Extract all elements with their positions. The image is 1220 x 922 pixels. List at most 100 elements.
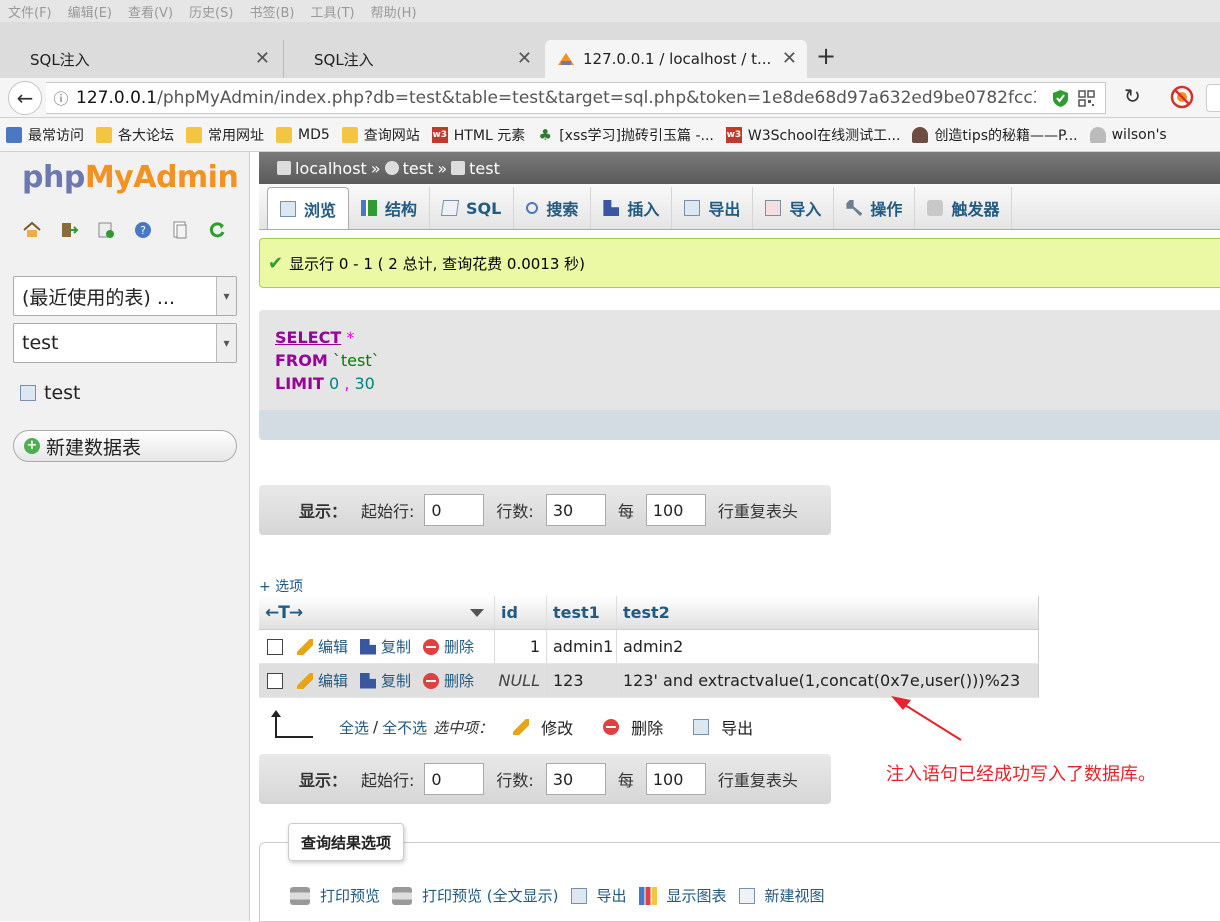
pencil-icon	[297, 672, 313, 689]
info-icon[interactable]: ⓘ	[46, 88, 76, 109]
row-checkbox[interactable]	[267, 672, 283, 689]
tab-search[interactable]: 搜索	[514, 187, 592, 229]
table-icon	[20, 385, 36, 401]
menu-bookmarks[interactable]: 书签(B)	[249, 2, 294, 21]
bookmark-item[interactable]: 查询网站	[341, 125, 420, 145]
breadcrumb-server[interactable]: localhost	[295, 159, 367, 178]
cell-test1[interactable]: 123	[547, 664, 617, 697]
sort-down-icon[interactable]	[470, 608, 484, 617]
bookmark-item[interactable]: w3 W3School在线测试工...	[725, 125, 900, 145]
cell-test1[interactable]: admin1	[547, 630, 617, 663]
edit-link[interactable]: 编辑	[297, 670, 348, 691]
new-table-button[interactable]: + 新建数据表	[13, 430, 237, 462]
sidebar-table-item[interactable]: test	[20, 382, 81, 404]
bookmark-item[interactable]: wilson's	[1089, 126, 1167, 143]
menu-history[interactable]: 历史(S)	[189, 2, 233, 21]
logout-icon[interactable]	[59, 220, 79, 240]
select-all-link[interactable]: 全选	[339, 717, 369, 738]
tab-insert[interactable]: 插入	[591, 187, 673, 229]
refresh-icon[interactable]	[207, 220, 227, 240]
svg-text:?: ?	[140, 224, 146, 237]
menu-file[interactable]: 文件(F)	[8, 2, 52, 21]
tab-browse[interactable]: 浏览	[267, 187, 350, 229]
bulk-modify-button[interactable]: 修改	[513, 715, 573, 739]
bookmark-item[interactable]: 创造tips的秘籍——P...	[912, 125, 1078, 145]
column-header-id[interactable]: id	[495, 596, 547, 629]
copy-link[interactable]: 复制	[360, 670, 411, 691]
tab-sql[interactable]: SQL	[430, 187, 515, 229]
column-header-test1[interactable]: test1	[547, 596, 617, 629]
cell-test2[interactable]: admin2	[617, 630, 1039, 663]
breadcrumb-table[interactable]: test	[469, 159, 500, 178]
adblock-icon[interactable]	[1170, 85, 1194, 109]
rows-count-input[interactable]: 30	[545, 494, 606, 526]
copy-icon	[360, 638, 377, 655]
column-header-test2[interactable]: test2	[617, 596, 1039, 629]
delete-link[interactable]: 删除	[423, 636, 474, 657]
browser-tab-1[interactable]: SQL注入 ✕	[0, 40, 280, 78]
bulk-delete-button[interactable]: 删除	[603, 715, 663, 739]
edit-link[interactable]: 编辑	[297, 636, 348, 657]
close-icon[interactable]: ✕	[255, 48, 270, 69]
browser-tab-2[interactable]: SQL注入 ✕	[283, 40, 542, 78]
close-icon[interactable]: ✕	[517, 48, 532, 69]
tab-export[interactable]: 导出	[672, 187, 754, 229]
menu-help[interactable]: 帮助(H)	[371, 2, 417, 21]
bookmark-item[interactable]: ♣ [xss学习]抛砖引玉篇 -...	[537, 125, 713, 145]
shield-icon[interactable]	[1052, 89, 1069, 108]
bulk-export-button[interactable]: 导出	[693, 715, 753, 739]
search-box-edge[interactable]	[1206, 84, 1220, 112]
print-preview-full-link[interactable]: 打印预览 (全文显示)	[392, 885, 559, 906]
start-row-input[interactable]: 0	[424, 763, 485, 795]
cell-id[interactable]: 1	[495, 630, 547, 663]
repeat-header-input[interactable]: 100	[645, 494, 706, 526]
new-tab-icon[interactable]: +	[816, 42, 836, 70]
menu-edit[interactable]: 编辑(E)	[68, 2, 112, 21]
print-preview-link[interactable]: 打印预览	[290, 885, 380, 906]
bookmark-item[interactable]: w3 HTML 元素	[431, 125, 525, 145]
query-window-icon[interactable]	[96, 220, 116, 240]
database-select[interactable]: test ▾	[13, 323, 237, 363]
cell-test2[interactable]: 123' and extractvalue(1,concat(0x7e,user…	[617, 664, 1039, 697]
bookmark-item[interactable]: 常用网址	[186, 125, 264, 145]
row-checkbox[interactable]	[267, 638, 283, 655]
tab-import[interactable]: 导入	[753, 187, 835, 229]
cell-id-null[interactable]: NULL	[495, 664, 547, 697]
breadcrumb-db[interactable]: test	[403, 159, 434, 178]
column-controls-header: ←T→	[259, 596, 495, 629]
sql-keyword-select[interactable]: SELECT	[275, 328, 341, 347]
close-icon[interactable]: ✕	[782, 48, 797, 69]
database-icon	[384, 161, 399, 175]
menu-view[interactable]: 查看(V)	[128, 2, 173, 21]
display-chart-link[interactable]: 显示图表	[638, 885, 727, 906]
select-none-link[interactable]: 全不选	[382, 717, 427, 738]
docs-icon[interactable]	[170, 220, 190, 240]
create-view-link[interactable]: 新建视图	[738, 885, 825, 906]
url-bar[interactable]: ⓘ 127.0.0.1/phpMyAdmin/index.php?db=test…	[46, 82, 1106, 114]
browser-tab-3-active[interactable]: 127.0.0.1 / localhost / t... ✕	[545, 40, 807, 78]
bookmark-item[interactable]: 各大论坛	[96, 125, 174, 145]
copy-link[interactable]: 复制	[360, 636, 411, 657]
options-link[interactable]: + 选项	[259, 576, 303, 596]
column-arrows-icon[interactable]: ←T→	[265, 603, 303, 623]
tab-operations[interactable]: 操作	[834, 187, 916, 229]
menu-tools[interactable]: 工具(T)	[311, 2, 355, 21]
pencil-icon	[297, 638, 313, 655]
tab-triggers[interactable]: 触发器	[915, 187, 1013, 229]
reload-icon[interactable]: ↻	[1124, 84, 1141, 108]
back-button[interactable]: ←	[8, 81, 42, 115]
start-row-input[interactable]: 0	[424, 494, 485, 526]
bookmark-item[interactable]: 最常访问	[6, 125, 84, 145]
view-icon	[738, 887, 755, 904]
export-link[interactable]: 导出	[570, 885, 627, 906]
tab-structure[interactable]: 结构	[349, 187, 431, 229]
help-icon[interactable]: ?	[133, 220, 153, 240]
home-icon[interactable]	[22, 220, 42, 240]
rows-count-input[interactable]: 30	[545, 763, 606, 795]
bookmark-item[interactable]: MD5	[276, 126, 330, 143]
repeat-header-input[interactable]: 100	[645, 763, 706, 795]
delete-link[interactable]: 删除	[423, 670, 474, 691]
qr-code-icon[interactable]	[1078, 90, 1095, 107]
phpmyadmin-logo[interactable]: phpMyAdmin	[22, 160, 239, 195]
recent-tables-select[interactable]: (最近使用的表) ... ▾	[13, 276, 237, 316]
